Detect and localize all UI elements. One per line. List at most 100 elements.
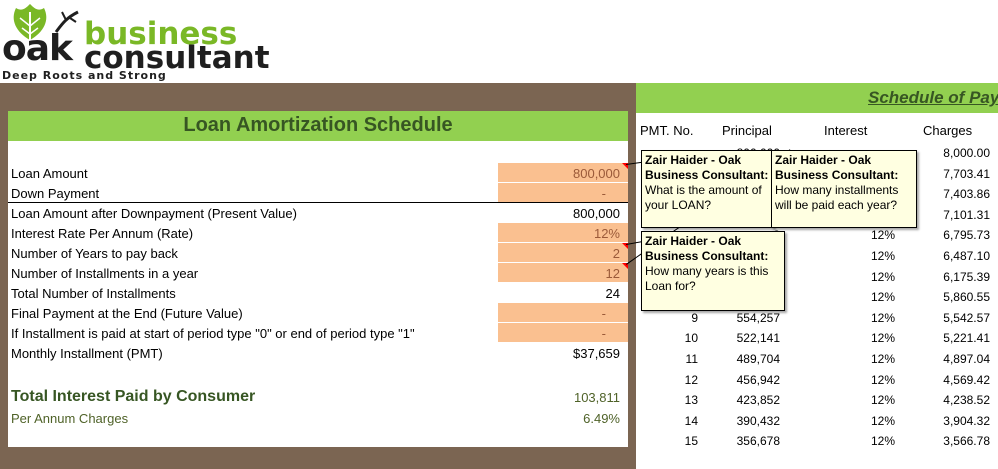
total-installments-row: Total Number of Installments 24 (8, 283, 628, 303)
schedule-cell-principal: 554,257 (736, 311, 780, 325)
future-value-input[interactable]: - (498, 303, 628, 323)
schedule-cell-charges: 5,221.41 (943, 331, 990, 345)
comment-author: Zair Haider - Oak Business Consultant: (645, 234, 769, 263)
total-installments-label: Total Number of Installments (11, 286, 176, 301)
schedule-cell-charges: 4,569.42 (943, 373, 990, 387)
payment-type-input[interactable]: - (498, 323, 628, 343)
schedule-cell-interest: 12% (870, 249, 895, 263)
schedule-cell-charges: 5,860.55 (943, 290, 990, 304)
schedule-cell-charges: 6,795.73 (943, 228, 990, 242)
schedule-cell-interest: 12% (870, 352, 895, 366)
payment-type-value: - (601, 326, 606, 341)
schedule-cell-interest: 12% (870, 414, 895, 428)
loan-amount-value: 800,000 (573, 166, 620, 181)
schedule-cell-pmt-no: 11 (685, 352, 698, 366)
schedule-cell-interest: 12% (870, 290, 895, 304)
present-value-row: Loan Amount after Downpayment (Present V… (8, 203, 628, 223)
schedule-cell-charges: 6,175.39 (943, 270, 990, 284)
schedule-cell-pmt-no: 12 (684, 373, 698, 387)
years-row: Number of Years to pay back 2 (8, 243, 628, 263)
rate-input[interactable]: 12% (498, 223, 628, 243)
loan-amount-input[interactable]: 800,000 (498, 163, 628, 183)
comment-years[interactable]: Zair Haider - Oak Business Consultant: H… (641, 231, 785, 311)
present-value-label: Loan Amount after Downpayment (Present V… (11, 206, 297, 221)
schedule-cell-principal: 489,704 (736, 352, 780, 366)
loan-amount-label: Loan Amount (11, 166, 88, 181)
col-header-interest: Interest (824, 123, 868, 138)
comment-text: What is the amount of your LOAN? (645, 183, 762, 212)
comment-author: Zair Haider - Oak Business Consultant: (645, 153, 769, 182)
comment-author: Zair Haider - Oak Business Consultant: (775, 153, 899, 182)
years-label: Number of Years to pay back (11, 246, 178, 261)
schedule-cell-charges: 8,000.00 (943, 146, 990, 160)
present-value-value: 800,000 (573, 206, 620, 221)
schedule-cell-pmt-no: 13 (684, 393, 698, 407)
down-payment-input[interactable]: - (498, 183, 628, 203)
future-value-label: Final Payment at the End (Future Value) (11, 306, 243, 321)
schedule-cell-principal: 356,678 (736, 434, 780, 448)
schedule-cell-pmt-no: 15 (684, 434, 698, 448)
comment-text: How many installments will be paid each … (775, 183, 899, 212)
per-annum-row: Per Annum Charges 6.49% (8, 408, 628, 428)
installments-year-input[interactable]: 12 (498, 263, 628, 283)
installments-year-label: Number of Installments in a year (11, 266, 199, 281)
pmt-label: Monthly Installment (PMT) (11, 346, 163, 361)
down-payment-row: Down Payment - (8, 183, 628, 203)
per-annum-value: 6.49% (583, 411, 620, 426)
schedule-cell-charges: 7,403.86 (943, 187, 990, 201)
down-payment-label: Down Payment (11, 186, 100, 201)
installments-year-value: 12 (605, 266, 620, 281)
schedule-cell-interest: 12% (870, 311, 895, 325)
schedule-cell-charges: 3,904.32 (943, 414, 990, 428)
company-logo: oak business consultant Deep Roots and S… (0, 0, 270, 95)
schedule-cell-charges: 7,101.31 (943, 208, 990, 222)
rate-row: Interest Rate Per Annum (Rate) 12% (8, 223, 628, 243)
col-header-charges: Charges (923, 123, 973, 138)
years-value: 2 (612, 246, 620, 261)
schedule-cell-interest: 12% (870, 393, 895, 407)
col-header-pmt-no: PMT. No. (640, 123, 694, 138)
payment-type-label: If Installment is paid at start of perio… (11, 326, 415, 341)
schedule-cell-charges: 4,897.04 (943, 352, 990, 366)
schedule-cell-charges: 6,487.10 (943, 249, 990, 263)
total-interest-row: Total Interest Paid by Consumer 103,811 (8, 386, 628, 408)
schedule-cell-pmt-no: 14 (684, 414, 698, 428)
comment-text: How many years is this Loan for? (645, 264, 769, 293)
schedule-title: Schedule of Pay (868, 88, 998, 107)
schedule-cell-interest: 12% (870, 373, 895, 387)
years-input[interactable]: 2 (498, 243, 628, 263)
down-payment-value: - (601, 186, 606, 201)
schedule-cell-interest: 12% (870, 270, 895, 284)
loan-panel-header: Loan Amortization Schedule (8, 111, 628, 141)
loan-amount-row: Loan Amount 800,000 (8, 163, 628, 183)
schedule-cell-charges: 5,542.57 (943, 311, 990, 325)
col-header-principal: Principal (722, 123, 772, 138)
rate-value: 12% (593, 226, 620, 241)
total-installments-value: 24 (605, 286, 620, 301)
pmt-row: Monthly Installment (PMT) $37,659 (8, 343, 628, 363)
schedule-cell-pmt-no: 9 (691, 311, 698, 325)
future-value-row: Final Payment at the End (Future Value) … (8, 303, 628, 323)
schedule-cell-principal: 390,432 (736, 414, 780, 428)
payment-type-row: If Installment is paid at start of perio… (8, 323, 628, 343)
rate-label: Interest Rate Per Annum (Rate) (11, 226, 194, 241)
schedule-cell-charges: 7,703.41 (943, 167, 990, 181)
schedule-cell-interest: 12% (870, 434, 895, 448)
total-interest-label: Total Interest Paid by Consumer (11, 388, 256, 405)
per-annum-label: Per Annum Charges (11, 411, 129, 426)
schedule-cell-interest: 12% (870, 331, 895, 345)
schedule-cell-principal: 522,141 (736, 331, 780, 345)
future-value-value: - (601, 306, 606, 321)
panel-title: Loan Amortization Schedule (183, 114, 453, 136)
schedule-cell-principal: 456,942 (736, 373, 780, 387)
comment-installments-year[interactable]: Zair Haider - Oak Business Consultant: H… (771, 150, 917, 228)
schedule-header-band: Schedule of Pay (636, 83, 998, 113)
total-interest-value: 103,811 (573, 390, 620, 405)
schedule-cell-charges: 4,238.52 (943, 393, 990, 407)
schedule-cell-interest: 12% (870, 228, 895, 242)
schedule-cell-charges: 3,566.78 (943, 434, 990, 448)
schedule-cell-pmt-no: 10 (684, 331, 698, 345)
schedule-cell-principal: 423,852 (736, 393, 780, 407)
pmt-value: $37,659 (573, 346, 620, 361)
comment-loan-amount[interactable]: Zair Haider - Oak Business Consultant: W… (641, 150, 774, 228)
